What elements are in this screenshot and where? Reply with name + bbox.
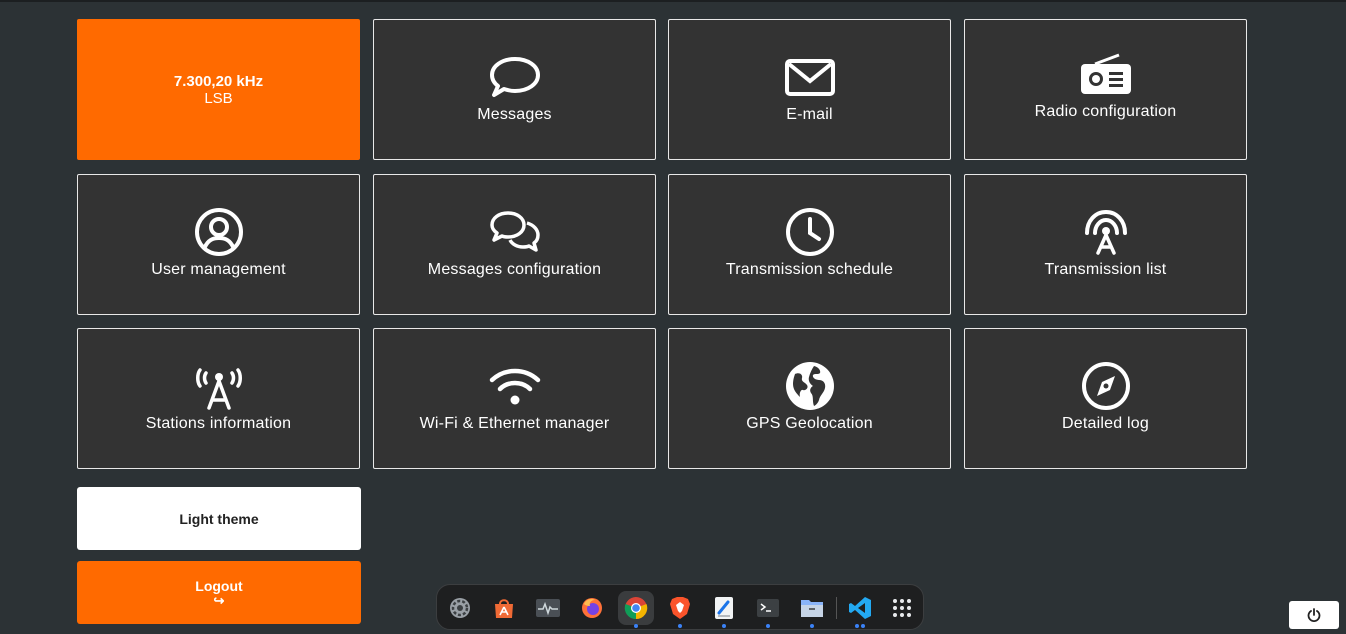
brave-icon[interactable] xyxy=(662,591,698,628)
power-button[interactable] xyxy=(1289,601,1339,629)
logout-icon: ↪ xyxy=(213,592,225,608)
frequency-value: 7.300,20 kHz xyxy=(173,72,264,90)
messages-label: Messages xyxy=(477,105,552,123)
light-theme-label: Light theme xyxy=(179,510,259,527)
broadcast-tower-icon xyxy=(192,359,246,413)
gps-geolocation-tile[interactable]: GPS Geolocation xyxy=(668,328,951,469)
email-label: E-mail xyxy=(786,105,833,123)
gps-geolocation-label: GPS Geolocation xyxy=(746,414,873,432)
text-editor-icon[interactable] xyxy=(706,591,742,628)
running-indicator xyxy=(678,624,682,628)
user-management-label: User management xyxy=(151,260,286,278)
power-icon xyxy=(1307,608,1321,622)
transmission-schedule-label: Transmission schedule xyxy=(725,260,894,278)
system-monitor-icon[interactable] xyxy=(530,591,566,625)
logout-button[interactable]: Logout ↪ xyxy=(77,561,361,624)
user-circle-icon xyxy=(193,205,245,259)
firefox-icon[interactable] xyxy=(574,591,610,625)
light-theme-button[interactable]: Light theme xyxy=(77,487,361,550)
radio-configuration-tile[interactable]: Radio configuration xyxy=(964,19,1247,160)
app-grid-icon[interactable] xyxy=(884,591,920,625)
running-indicator xyxy=(634,624,638,628)
window-top-border xyxy=(0,0,1346,2)
wifi-ethernet-manager-tile[interactable]: Wi-Fi & Ethernet manager xyxy=(373,328,656,469)
speech-bubble-icon xyxy=(489,50,541,104)
terminal-icon[interactable] xyxy=(750,591,786,628)
taskbar-dock xyxy=(436,584,924,630)
chrome-icon[interactable] xyxy=(618,591,654,628)
detailed-log-tile[interactable]: Detailed log xyxy=(964,328,1247,469)
messages-tile[interactable]: Messages xyxy=(373,19,656,160)
running-indicator xyxy=(810,624,814,628)
logout-label: Logout xyxy=(195,577,243,594)
chat-bubbles-icon xyxy=(488,205,542,259)
stations-information-label: Stations information xyxy=(145,414,292,432)
clock-icon xyxy=(784,205,836,259)
radio-icon xyxy=(1079,47,1133,101)
antenna-signal-icon xyxy=(1079,205,1133,259)
transmission-list-label: Transmission list xyxy=(1044,260,1167,278)
radio-configuration-label: Radio configuration xyxy=(1034,102,1177,120)
email-tile[interactable]: E-mail xyxy=(668,19,951,160)
running-indicator xyxy=(722,624,726,628)
running-indicator xyxy=(855,624,859,628)
user-management-tile[interactable]: User management xyxy=(77,174,360,315)
settings-icon[interactable] xyxy=(442,591,478,625)
frequency-tile[interactable]: 7.300,20 kHz LSB xyxy=(77,19,360,160)
vscode-icon[interactable] xyxy=(842,591,878,628)
running-indicator xyxy=(861,624,865,628)
app-store-icon[interactable] xyxy=(486,591,522,625)
files-icon[interactable] xyxy=(794,591,830,628)
globe-icon xyxy=(784,359,836,413)
running-indicator xyxy=(766,624,770,628)
compass-icon xyxy=(1080,359,1132,413)
transmission-schedule-tile[interactable]: Transmission schedule xyxy=(668,174,951,315)
messages-configuration-label: Messages configuration xyxy=(427,260,602,278)
wifi-ethernet-manager-label: Wi-Fi & Ethernet manager xyxy=(419,414,610,432)
frequency-mode: LSB xyxy=(204,89,233,107)
transmission-list-tile[interactable]: Transmission list xyxy=(964,174,1247,315)
detailed-log-label: Detailed log xyxy=(1062,414,1149,432)
stations-information-tile[interactable]: Stations information xyxy=(77,328,360,469)
envelope-icon xyxy=(784,50,836,104)
dock-separator xyxy=(836,597,837,619)
messages-configuration-tile[interactable]: Messages configuration xyxy=(373,174,656,315)
wifi-icon xyxy=(488,359,542,413)
